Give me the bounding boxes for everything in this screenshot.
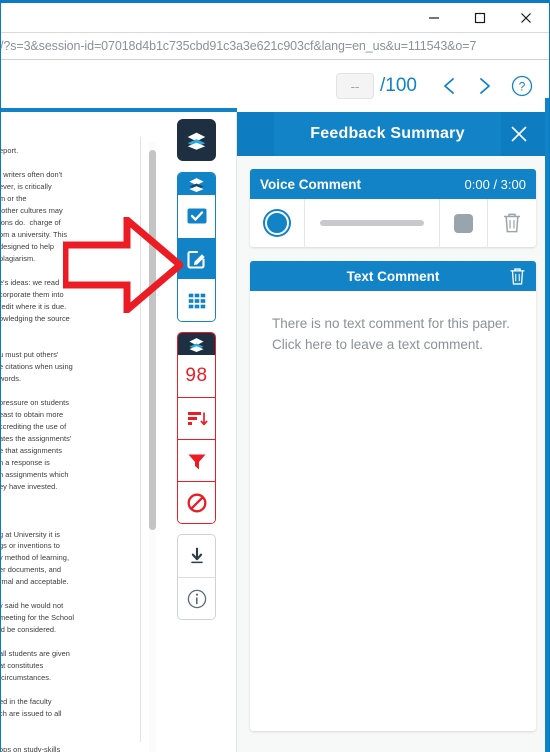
- window-maximize-button[interactable]: [457, 3, 503, 32]
- edit-comment-icon: [186, 250, 205, 269]
- rail-item-rubric[interactable]: [178, 195, 215, 237]
- rail-group-similarity: 98: [177, 332, 216, 524]
- text-comment-title: Text Comment: [346, 268, 440, 284]
- grading-toolbar: -- /100 ?: [1, 60, 549, 112]
- paper-page: eport. t writers often don't ever, is cr…: [1, 137, 141, 752]
- rail-group-header-grading[interactable]: [178, 173, 215, 195]
- match-overview-icon: [187, 411, 207, 425]
- tool-rail: 98: [177, 119, 216, 630]
- rail-item-similarity-score[interactable]: 98: [178, 355, 215, 397]
- next-paper-button[interactable]: [467, 69, 501, 103]
- text-comment-body[interactable]: There is no text comment for this paper.…: [250, 291, 536, 441]
- text-comment-delete-button[interactable]: [508, 266, 527, 287]
- feedback-panel-title: Feedback Summary: [310, 125, 465, 142]
- trash-icon: [510, 268, 525, 285]
- window-close-button[interactable]: [503, 3, 549, 32]
- feedback-panel-header: Feedback Summary: [237, 112, 549, 156]
- rail-group-header-similarity[interactable]: [178, 333, 215, 355]
- rail-item-quickmarks[interactable]: [178, 279, 215, 321]
- grade-total-label: /100: [380, 75, 417, 96]
- feedback-panel-body: Voice Comment 0:00 / 3:00 Text Comment T…: [237, 156, 549, 731]
- layers-icon: [189, 337, 204, 352]
- application-window: /?s=3&session-id=07018d4b1c735cbd91c3a3e…: [0, 0, 550, 752]
- grid-quickmarks-icon: [188, 293, 205, 308]
- similarity-score-value: 98: [185, 365, 208, 386]
- feedback-summary-panel: Feedback Summary Voice Comment 0:00 / 3:…: [236, 112, 549, 752]
- text-comment-card[interactable]: Text Comment There is no text comment fo…: [250, 261, 536, 731]
- feedback-panel-close-button[interactable]: [499, 112, 539, 156]
- voice-record-button[interactable]: [250, 199, 304, 247]
- trash-icon: [504, 213, 520, 233]
- rail-item-submission-info[interactable]: [178, 577, 215, 619]
- rail-item-download[interactable]: [178, 535, 215, 577]
- rail-item-filters[interactable]: [178, 439, 215, 481]
- voice-seek-slider[interactable]: [304, 199, 440, 247]
- address-bar-url: /?s=3&session-id=07018d4b1c735cbd91c3a3e…: [1, 39, 477, 53]
- checkbox-rubric-icon: [187, 208, 206, 224]
- document-scrollbar-thumb[interactable]: [149, 150, 156, 530]
- rail-toggle-button[interactable]: [177, 119, 216, 161]
- filter-icon: [188, 454, 205, 469]
- record-icon: [265, 211, 289, 235]
- layers-icon: [187, 132, 206, 150]
- previous-paper-button[interactable]: [433, 69, 467, 103]
- voice-comment-title: Voice Comment: [260, 176, 362, 192]
- exclude-icon: [187, 493, 206, 512]
- close-icon: [511, 126, 527, 142]
- download-icon: [190, 547, 203, 564]
- grade-input[interactable]: --: [336, 73, 375, 99]
- rail-item-excluded-sources[interactable]: [178, 481, 215, 523]
- rail-group-utility: [177, 534, 216, 620]
- voice-comment-time: 0:00 / 3:00: [464, 176, 526, 192]
- panel-right-accent-strip: [545, 112, 549, 752]
- svg-text:?: ?: [519, 80, 526, 94]
- voice-comment-controls: [250, 199, 536, 247]
- browser-address-bar[interactable]: /?s=3&session-id=07018d4b1c735cbd91c3a3e…: [1, 32, 549, 60]
- info-icon: [187, 589, 206, 608]
- stop-icon: [454, 213, 473, 233]
- text-comment-header: Text Comment: [250, 261, 536, 291]
- paper-body-text: eport. t writers often don't ever, is cr…: [1, 146, 75, 752]
- panel-accent-strip-top: [545, 98, 549, 112]
- voice-delete-button[interactable]: [488, 199, 536, 247]
- voice-stop-button[interactable]: [440, 199, 488, 247]
- voice-comment-card: Voice Comment 0:00 / 3:00: [250, 169, 536, 247]
- feedback-panel-title-wrap: Feedback Summary: [274, 112, 501, 156]
- window-minimize-button[interactable]: [411, 3, 457, 32]
- voice-comment-header: Voice Comment 0:00 / 3:00: [250, 169, 536, 199]
- text-comment-empty-message: There is no text comment for this paper.…: [272, 316, 510, 352]
- rail-group-grading-tools: [177, 172, 216, 322]
- layers-icon: [189, 177, 204, 192]
- seek-bar-track: [319, 220, 425, 226]
- window-titlebar: [1, 3, 549, 32]
- rail-item-match-overview[interactable]: [178, 397, 215, 439]
- rail-item-feedback-summary[interactable]: [178, 237, 215, 279]
- help-button[interactable]: ?: [505, 69, 539, 103]
